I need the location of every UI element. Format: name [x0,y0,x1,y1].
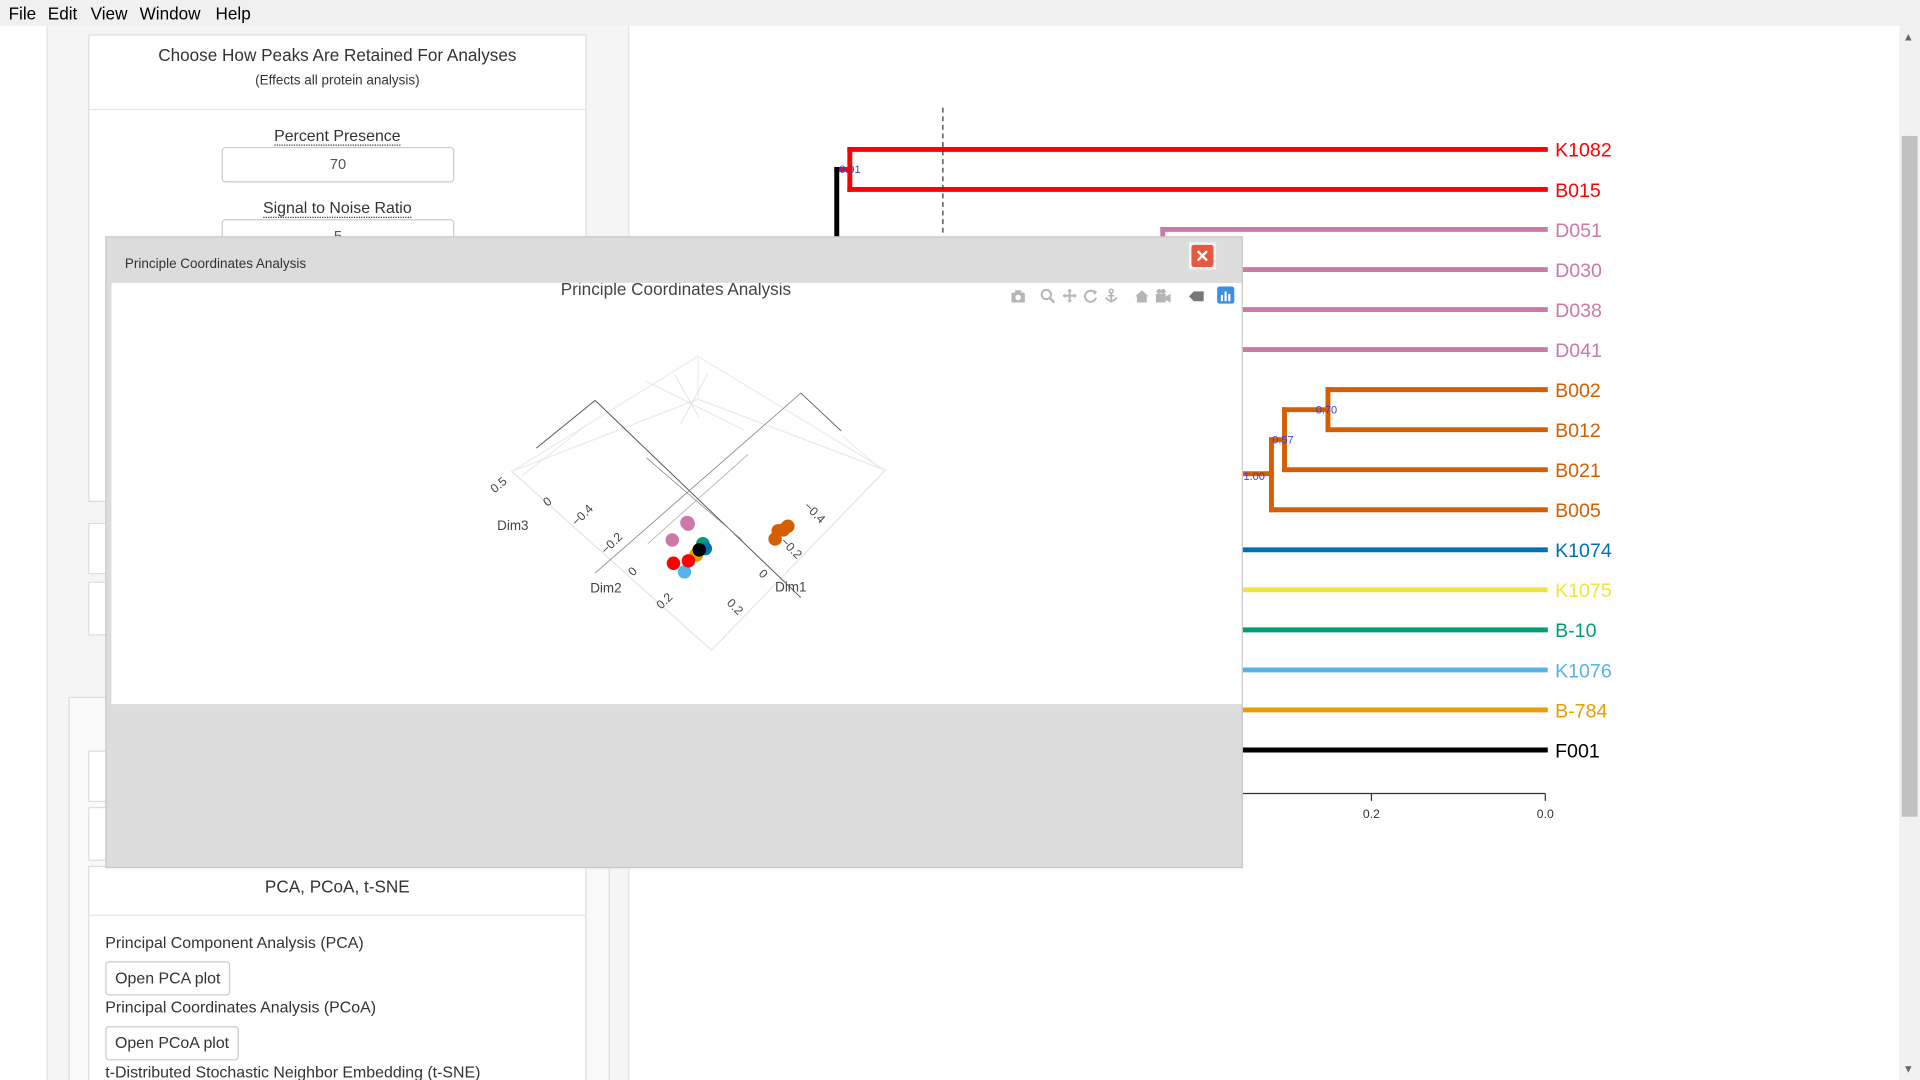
x-axis-label: Dim1 [775,579,806,594]
percent-presence-label: Percent Presence [274,126,401,146]
dim-reduction-title: PCA, PCoA, t-SNE [264,876,410,897]
scrollbar-thumb[interactable] [1901,135,1918,817]
node-support-label: 1.00 [1243,471,1264,483]
x-tick-label: 0.0 [1537,807,1554,821]
peaks-panel-title: Choose How Peaks Are Retained For Analys… [158,45,517,65]
zoom-icon[interactable] [1040,288,1056,304]
peaks-panel-subtitle: (Effects all protein analysis) [255,73,420,89]
node-support-label: 0.70 [1316,404,1337,416]
grid-planes [510,355,887,652]
camera-reset-icon[interactable] [1155,288,1171,303]
pca-label: Principal Component Analysis (PCA) [105,933,364,952]
menu-edit[interactable]: Edit [48,4,78,24]
dendrogram-leaf-label: F001 [1555,740,1600,762]
menu-view[interactable]: View [91,4,128,24]
dendrogram-leaf-label: B-784 [1555,700,1607,722]
y-axis-label: Dim2 [590,581,621,596]
percent-presence-input[interactable]: 70 [221,146,455,183]
dendrogram-leaf-label: D041 [1555,340,1602,362]
dendrogram-leaf-label: B012 [1555,420,1601,442]
node-support-label: 0.91 [839,164,860,176]
dim-reduction-panel: PCA, PCoA, t-SNE Principal Component Ana… [88,865,587,1080]
scroll-down-icon[interactable]: ▼ [1903,1063,1914,1075]
home-icon[interactable] [1135,290,1149,303]
z-tick: 0 [540,494,554,509]
scatter-point [692,543,706,557]
close-button[interactable]: ✕ [1187,241,1218,271]
z-axis-label: Dim3 [497,518,528,533]
dendrogram-leaf-label: D030 [1555,260,1602,282]
orbit-icon[interactable] [1084,289,1098,303]
scatter-point [666,556,681,571]
chart-title: Principle Coordinates Analysis [561,283,791,299]
pcoa-modal: Principle Coordinates Analysis ✕ Princip… [105,236,1243,869]
snr-label: Signal to Noise Ratio [263,198,412,218]
pcoa-label: Principal Coordinates Analysis (PCoA) [105,997,377,1017]
modal-title: Principle Coordinates Analysis [124,257,307,272]
close-icon: ✕ [1191,244,1214,267]
node-support-label: 0.57 [1272,434,1293,446]
plotly-logo-icon[interactable] [1217,286,1235,304]
axis-z-ticks: 0.5 0 Dim3 [488,474,555,533]
tsne-label: t-Distributed Stochastic Neighbor Embedd… [105,1062,481,1080]
page-scrollbar[interactable]: ▲ ▼ [1899,25,1920,1080]
dendrogram-leaf-label: D051 [1555,220,1602,242]
y-tick: 0 [625,564,640,579]
scatter-points [665,515,795,579]
y-tick: 0.2 [653,590,675,612]
dendrogram-leaf-label: B005 [1555,500,1601,522]
turntable-icon[interactable] [1105,288,1118,303]
menu-window[interactable]: Window [140,4,201,24]
scatter-point [681,516,695,530]
axis-x-ticks: −0.4 −0.2 0 0.2 Dim1 [724,499,828,618]
dendrogram-leaf-label: K1076 [1555,660,1612,682]
dendrogram-leaf-label: K1074 [1555,540,1612,562]
open-pcoa-button[interactable]: Open PCoA plot [105,1026,239,1061]
divider [89,914,586,916]
axis-y-ticks: −0.4 −0.2 0 0.2 Dim2 [569,502,676,612]
scatter-point [665,533,679,547]
dendrogram-leaf-label: K1075 [1555,580,1612,602]
dendrogram-leaf-label: B-10 [1555,620,1596,642]
menu-file[interactable]: File [9,4,37,24]
hover-icon[interactable] [1188,291,1204,302]
scatter-point [768,532,782,546]
pcoa-3d-scatter[interactable]: Principle Coordinates Analysis 0.5 0 Dim… [111,279,1241,704]
menu-bar: File Edit View Window Help [0,0,1920,26]
dendrogram-leaf-label: D038 [1555,300,1602,322]
x-tick: 0 [756,567,771,582]
dendrogram-leaf-label: B021 [1555,460,1601,482]
dendrogram-leaf-label: B002 [1555,380,1601,402]
y-tick: −0.4 [569,502,596,529]
open-pca-button[interactable]: Open PCA plot [105,961,231,996]
pan-icon[interactable] [1062,288,1077,303]
menu-help[interactable]: Help [216,4,251,24]
camera-icon[interactable] [1011,290,1025,303]
dendrogram-leaf-label: B015 [1555,180,1601,202]
scroll-up-icon[interactable]: ▲ [1903,31,1914,43]
app-window: File Edit View Window Help Choose How Pe… [0,0,1920,1080]
dendrogram-leaf-label: K1082 [1555,140,1612,162]
x-tick: −0.4 [801,499,828,526]
plot-area[interactable]: Principle Coordinates Analysis 0.5 0 Dim… [111,279,1242,705]
modebar [1011,286,1235,304]
x-tick: 0.2 [724,596,746,618]
scatter-point [681,554,696,568]
x-tick-label: 0.2 [1363,807,1380,821]
scatter-point [781,519,795,534]
divider [89,108,586,111]
z-tick: 0.5 [488,474,510,496]
